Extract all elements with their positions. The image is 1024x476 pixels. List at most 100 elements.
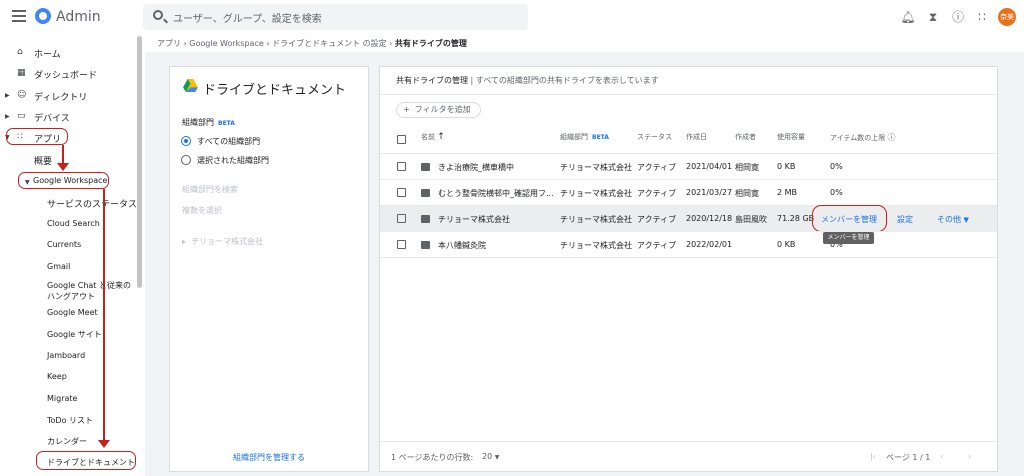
- annotation-arrow-head: [98, 440, 110, 448]
- column-header-name[interactable]: 名前 ↑: [421, 132, 445, 142]
- search-icon: [153, 10, 163, 20]
- caret-down-icon: ▼: [494, 454, 500, 461]
- shared-drive-icon: [421, 189, 430, 197]
- radio-selected-org-units[interactable]: [181, 155, 191, 165]
- row-checkbox[interactable]: [397, 188, 406, 197]
- cell-limit: 0%: [830, 188, 843, 197]
- column-header-creator[interactable]: 作成者: [735, 132, 756, 142]
- sidebar-subitem[interactable]: Currents: [47, 240, 81, 249]
- cell-creator: 相岡寛: [735, 163, 759, 172]
- column-limit-label: アイテム数の上限: [830, 134, 886, 142]
- sidebar-item-dashboard[interactable]: ▦ ダッシュボード: [17, 68, 97, 81]
- radio-selected-label: 選択された組織部門: [197, 156, 269, 165]
- row-checkbox[interactable]: [397, 162, 406, 171]
- breadcrumb: アプリ › Google Workspace › ドライブとドキュメント の設定…: [157, 39, 467, 48]
- next-page-icon[interactable]: ›: [968, 452, 971, 461]
- rows-per-page-label: 1 ページあたりの行数:: [391, 453, 474, 462]
- pagination-text: ページ 1 / 1: [886, 453, 931, 462]
- breadcrumb-drive-settings[interactable]: ドライブとドキュメント の設定: [272, 39, 387, 48]
- org-unit-label: 組織部門 BETA: [182, 117, 235, 128]
- breadcrumb-workspace[interactable]: Google Workspace: [189, 39, 263, 48]
- sidebar-item-overview[interactable]: 概要: [34, 154, 52, 167]
- sidebar-subitem[interactable]: Migrate: [47, 394, 77, 403]
- cell-status: アクティブ: [637, 215, 677, 224]
- cell-name[interactable]: きよ治療院_横車橋中: [438, 162, 514, 173]
- column-name-label: 名前: [421, 133, 435, 141]
- cell-created: 2020/12/18: [686, 214, 733, 223]
- column-header-storage[interactable]: 使用容量: [777, 132, 805, 142]
- cell-name[interactable]: むとう整骨院横邨中_確認用フ...: [438, 188, 554, 199]
- chevron-right-icon[interactable]: ▶: [5, 92, 10, 99]
- sidebar-scrollbar[interactable]: [137, 36, 142, 288]
- sidebar-subitem[interactable]: Cloud Search: [47, 219, 100, 228]
- rows-per-page-select[interactable]: 20 ▼: [482, 452, 499, 461]
- chevron-right-icon[interactable]: ▶: [5, 113, 10, 120]
- tooltip: メンバーを管理: [823, 232, 874, 244]
- sidebar-subitem[interactable]: Keep: [47, 372, 67, 381]
- sidebar-subitem[interactable]: Gmail: [47, 262, 70, 271]
- cell-org: チリョーマ株式会社: [560, 241, 632, 250]
- cell-name[interactable]: チリョーマ株式会社: [438, 214, 510, 225]
- cell-created: 2021/04/01: [686, 162, 733, 171]
- add-filter-button[interactable]: + フィルタを追加: [396, 102, 481, 118]
- shared-drive-icon: [421, 163, 430, 171]
- help-icon[interactable]: ⓘ: [950, 9, 966, 25]
- beta-badge: BETA: [592, 134, 609, 141]
- avatar[interactable]: 奈美: [998, 8, 1016, 26]
- hourglass-icon[interactable]: ⧗: [925, 9, 941, 25]
- column-header-status[interactable]: ステータス: [637, 132, 672, 142]
- manage-org-units-link[interactable]: 組織部門を管理する: [233, 452, 305, 463]
- cell-storage: 71.28 GB: [777, 214, 815, 223]
- org-unit-search-input[interactable]: 組織部門を検索: [182, 184, 238, 195]
- sidebar-subitem[interactable]: Google Meet: [47, 308, 98, 317]
- sidebar-subitem[interactable]: Google Chat と従来のハングアウト: [47, 280, 132, 302]
- admin-logo-icon[interactable]: [35, 8, 51, 24]
- column-header-created[interactable]: 作成日: [686, 132, 707, 142]
- beta-badge: BETA: [218, 120, 235, 127]
- devices-icon: ▭: [17, 111, 26, 121]
- breadcrumb-current: 共有ドライブの管理: [394, 39, 467, 48]
- org-unit-label-text: 組織部門: [182, 118, 214, 127]
- cell-name[interactable]: 本八幡鍼灸院: [438, 240, 486, 251]
- panel-header-subtitle: | すべての組織部門の共有ドライブを表示しています: [468, 76, 659, 85]
- select-all-checkbox[interactable]: [397, 135, 406, 144]
- dashboard-icon: ▦: [17, 68, 26, 78]
- breadcrumb-apps[interactable]: アプリ: [157, 39, 181, 48]
- sidebar-item-label: ホーム: [34, 50, 61, 60]
- sidebar-item-label: ダッシュボード: [34, 71, 98, 81]
- annotation-arrow-head: [57, 163, 69, 171]
- bell-icon[interactable]: 🔔︎: [900, 9, 916, 25]
- top-bar: Admin ユーザー、グループ、設定を検索 🔔︎ ⧗ ⓘ ∷ 奈美: [0, 0, 1024, 34]
- column-header-org[interactable]: 組織部門 BETA: [560, 132, 609, 142]
- more-button[interactable]: その他 ▼: [937, 214, 969, 225]
- caret-down-icon: ▼: [963, 216, 969, 224]
- cell-status: アクティブ: [637, 163, 677, 172]
- org-tree-item[interactable]: ▸ チリョーマ株式会社: [182, 236, 263, 247]
- apps-grid-icon[interactable]: ∷: [974, 9, 990, 25]
- google-drive-icon: [183, 79, 198, 92]
- sidebar-item-home[interactable]: ⌂ ホーム: [17, 47, 61, 60]
- row-checkbox[interactable]: [397, 240, 406, 249]
- brand-title[interactable]: Admin: [56, 9, 101, 25]
- person-icon: ☺: [17, 90, 27, 100]
- row-checkbox[interactable]: [397, 214, 406, 223]
- info-icon[interactable]: ⓘ: [888, 133, 896, 142]
- sidebar-subitem[interactable]: サービスのステータス: [47, 197, 137, 210]
- sidebar-subitem[interactable]: Jamboard: [47, 351, 85, 360]
- multi-select-link[interactable]: 複数を選択: [182, 205, 222, 216]
- sidebar-subitem[interactable]: Google サイト: [47, 329, 102, 340]
- cell-creator: 相岡寛: [735, 189, 759, 198]
- column-header-item-limit[interactable]: アイテム数の上限 ⓘ: [830, 132, 896, 143]
- cell-storage: 0 KB: [777, 162, 796, 171]
- sidebar-item-devices[interactable]: ▭ デバイス: [17, 111, 70, 124]
- sidebar-subitem[interactable]: カレンダー: [47, 436, 87, 447]
- first-page-icon[interactable]: |‹: [870, 452, 876, 461]
- sort-arrow-up-icon[interactable]: ↑: [437, 132, 445, 142]
- search-bar[interactable]: ユーザー、グループ、設定を検索: [143, 4, 528, 30]
- sidebar-subitem[interactable]: ToDo リスト: [47, 415, 93, 426]
- settings-button[interactable]: 設定: [897, 214, 913, 225]
- sidebar-item-directory[interactable]: ☺ ディレクトリ: [17, 90, 87, 103]
- radio-all-org-units[interactable]: [181, 136, 191, 146]
- main-menu-icon[interactable]: [12, 10, 26, 24]
- prev-page-icon[interactable]: ‹: [940, 452, 943, 461]
